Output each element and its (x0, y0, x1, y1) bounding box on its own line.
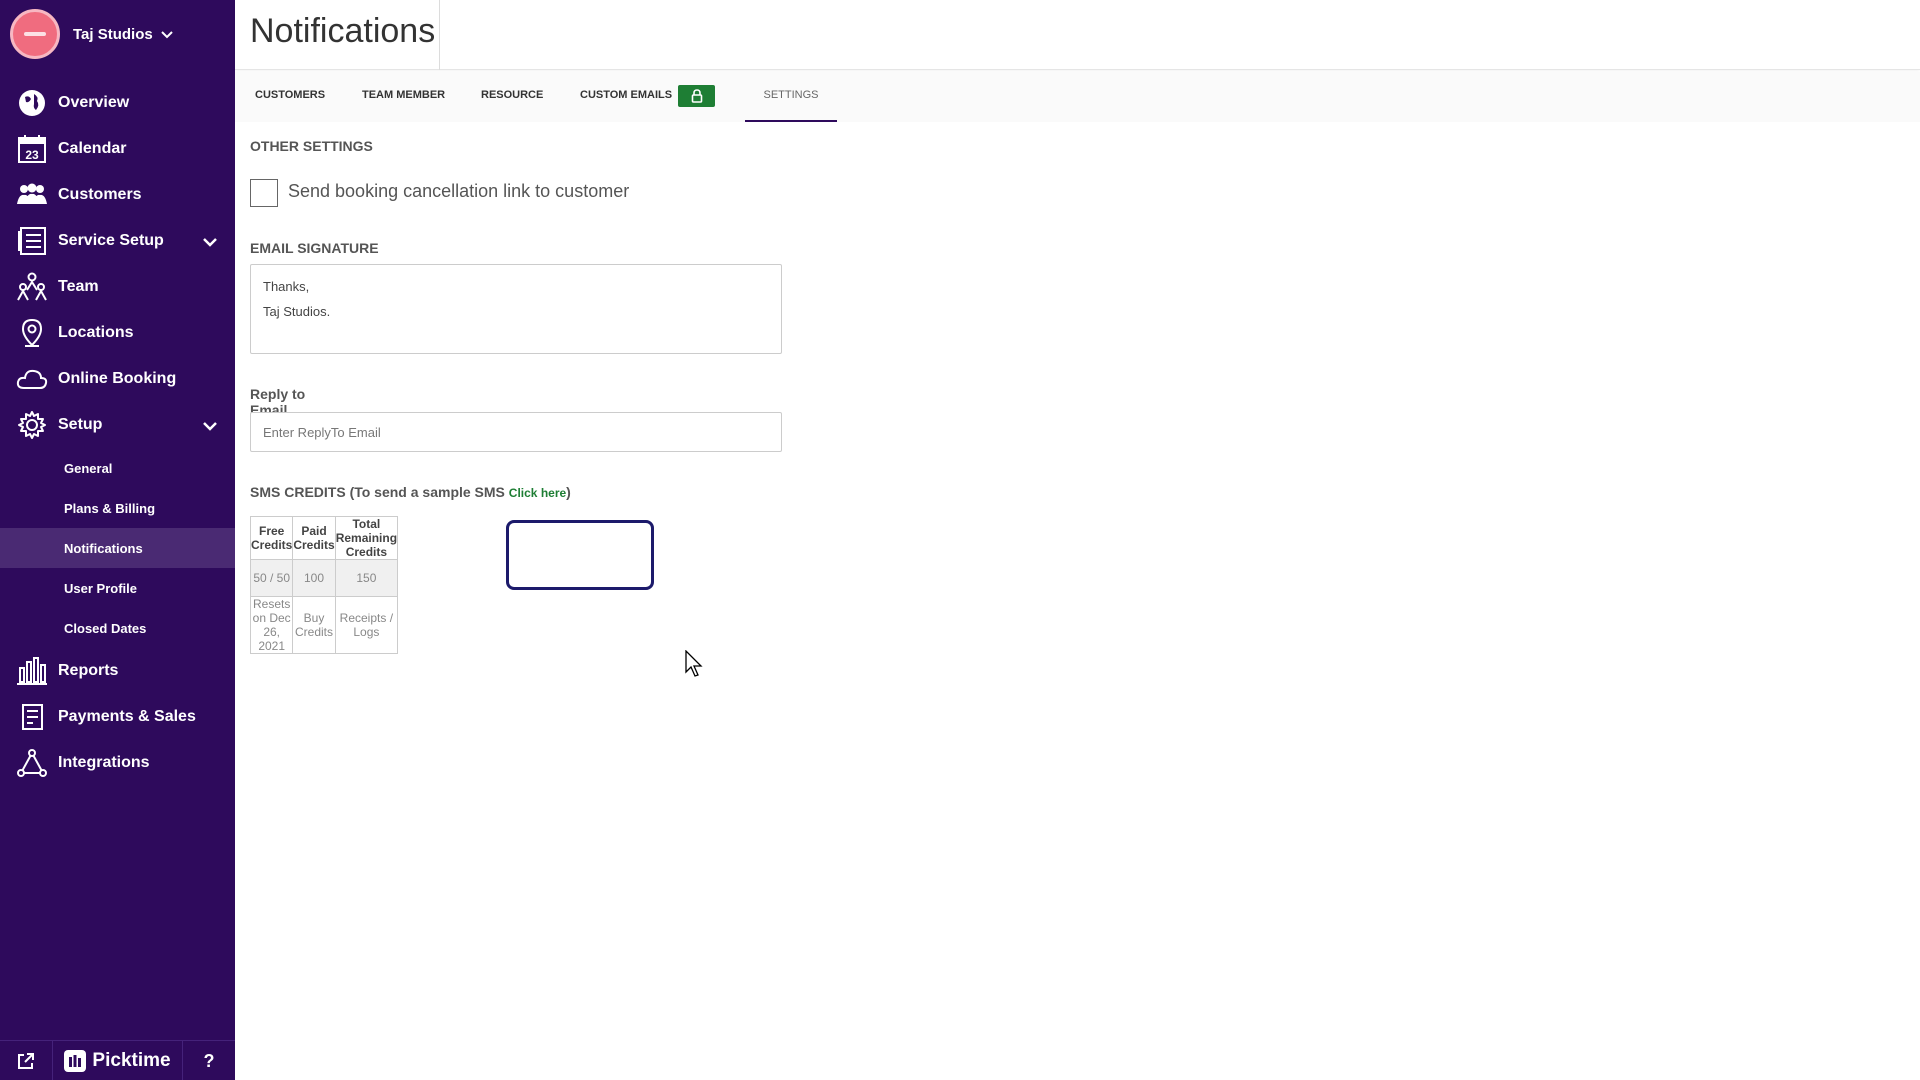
sidebar-item-label: Integrations (58, 754, 150, 771)
list-icon (16, 225, 48, 257)
logo-text: Picktime (92, 1049, 171, 1071)
tab-bar: CUSTOMERS TEAM MEMBER RESOURCE CUSTOM EM… (235, 72, 1920, 122)
reply-to-email-input[interactable] (250, 412, 782, 452)
table-header-row: Free Credits Paid Credits Total Remainin… (249, 516, 399, 560)
sidebar-item-locations[interactable]: Locations (0, 310, 235, 356)
sms-credits-title: SMS CREDITS (To send a sample SMS Click … (250, 484, 571, 500)
sidebar-item-service-setup[interactable]: Service Setup (0, 218, 235, 264)
free-credits-value: 50 / 50 (249, 559, 294, 597)
receipt-icon (16, 701, 48, 733)
brand-name: Taj Studios (73, 25, 153, 43)
tab-settings[interactable]: SETTINGS (745, 72, 837, 122)
bar-chart-icon (16, 655, 48, 687)
lock-icon (691, 89, 702, 103)
tab-team-member[interactable]: TEAM MEMBER (362, 72, 445, 122)
users-icon (16, 179, 48, 211)
sidebar-item-label: Customers (58, 186, 142, 203)
tab-customers[interactable]: CUSTOMERS (255, 72, 325, 122)
sidebar-item-payments-sales[interactable]: Payments & Sales (0, 694, 235, 740)
sidebar: Taj Studios Overview 23 Calendar Custome… (0, 0, 235, 1080)
sidebar-item-label: Payments & Sales (58, 708, 196, 725)
sidebar-item-label: Setup (58, 416, 103, 433)
page-header: Notifications (235, 0, 1920, 70)
paid-credits-value: 100 (292, 559, 336, 597)
globe-icon (16, 87, 48, 119)
gear-icon (16, 409, 48, 441)
page-title: Notifications (250, 12, 436, 50)
sample-sms-link[interactable]: Click here (509, 486, 566, 500)
header-free-credits: Free Credits (249, 516, 294, 560)
signature-line: Taj Studios. (263, 304, 331, 319)
signature-line: Thanks, (263, 279, 310, 294)
team-icon (16, 271, 48, 303)
cancellation-link-label: Send booking cancellation link to custom… (288, 181, 630, 201)
chevron-down-icon (203, 422, 217, 431)
sidebar-subitem-closed-dates[interactable]: Closed Dates (0, 608, 235, 648)
sidebar-item-online-booking[interactable]: Online Booking (0, 356, 235, 402)
cancellation-link-checkbox[interactable] (250, 179, 278, 207)
sidebar-item-label: Team (58, 278, 99, 295)
email-signature-title: EMAIL SIGNATURE (250, 240, 379, 256)
sidebar-item-label: Reports (58, 662, 119, 679)
sidebar-item-label: Locations (58, 324, 134, 341)
paid-credits-highlight (506, 520, 654, 590)
account-switcher[interactable]: Taj Studios (10, 8, 175, 60)
cloud-icon (16, 363, 48, 395)
sidebar-subitem-plans-billing[interactable]: Plans & Billing (0, 488, 235, 528)
resets-on-text: Resets on Dec 26, 2021 (249, 596, 294, 654)
buy-credits-link[interactable]: Buy Credits (292, 596, 336, 654)
sidebar-item-overview[interactable]: Overview (0, 80, 235, 126)
sidebar-subitem-notifications[interactable]: Notifications (0, 528, 235, 568)
sidebar-item-label: Overview (58, 94, 130, 111)
external-link-button[interactable] (0, 1041, 52, 1080)
picktime-logo: Picktime (52, 1041, 183, 1080)
sidebar-subitem-general[interactable]: General (0, 448, 235, 488)
header-paid-credits: Paid Credits (292, 516, 336, 560)
header-total-remaining: Total Remaining Credits (334, 516, 399, 560)
total-remaining-value: 150 (334, 559, 399, 597)
sidebar-item-label: Calendar (58, 140, 127, 157)
sidebar-item-reports[interactable]: Reports (0, 648, 235, 694)
table-row: 50 / 50 100 150 (249, 559, 399, 597)
calendar-icon: 23 (16, 133, 48, 165)
sidebar-item-customers[interactable]: Customers (0, 172, 235, 218)
mouse-cursor-icon (685, 650, 703, 677)
receipts-logs-link[interactable]: Receipts / Logs (334, 596, 399, 654)
sidebar-item-integrations[interactable]: Integrations (0, 740, 235, 786)
sms-title-suffix: ) (566, 484, 571, 500)
sidebar-item-label: Online Booking (58, 370, 177, 387)
sidebar-nav: Overview 23 Calendar Customers Service S… (0, 80, 235, 786)
lock-badge (678, 85, 715, 107)
picktime-logo-icon (64, 1049, 87, 1072)
sidebar-item-setup[interactable]: Setup (0, 402, 235, 448)
sms-credits-table: Free Credits Paid Credits Total Remainin… (249, 516, 399, 654)
integrations-icon (16, 747, 48, 779)
help-button[interactable]: ? (183, 1041, 235, 1080)
email-signature-textarea[interactable]: Thanks, Taj Studios. (250, 264, 782, 354)
tab-custom-emails[interactable]: CUSTOM EMAILS (580, 72, 672, 122)
sidebar-subitem-user-profile[interactable]: User Profile (0, 568, 235, 608)
sidebar-item-label: Service Setup (58, 232, 164, 249)
external-link-icon (18, 1053, 34, 1069)
sidebar-footer: Picktime ? (0, 1040, 235, 1080)
other-settings-title: OTHER SETTINGS (250, 138, 373, 154)
chevron-down-icon (203, 238, 217, 247)
table-row: Resets on Dec 26, 2021 Buy Credits Recei… (249, 596, 399, 654)
header-divider (439, 0, 440, 70)
tab-resource[interactable]: RESOURCE (481, 72, 543, 122)
avatar (10, 9, 60, 59)
sidebar-item-calendar[interactable]: 23 Calendar (0, 126, 235, 172)
chevron-down-icon (161, 31, 173, 39)
sms-title-text: SMS CREDITS (To send a sample SMS (250, 484, 509, 500)
sidebar-item-team[interactable]: Team (0, 264, 235, 310)
map-pin-icon (16, 317, 48, 349)
svg-text:23: 23 (25, 148, 39, 162)
